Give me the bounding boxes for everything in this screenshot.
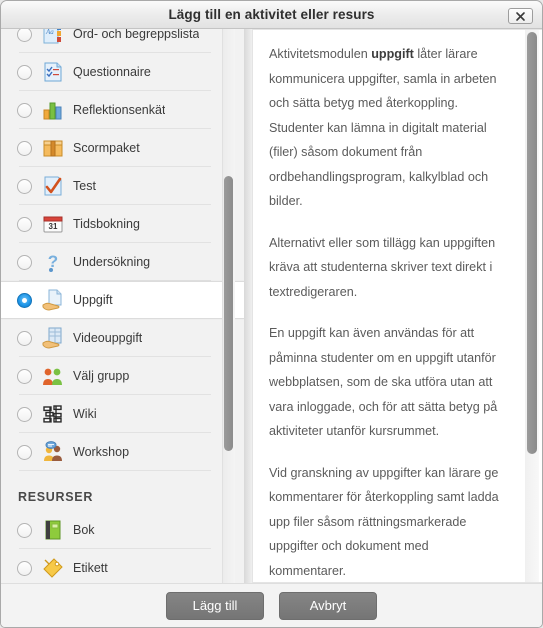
radio-activities-3[interactable] — [17, 140, 32, 156]
panel-divider — [244, 29, 252, 583]
svg-text:Aa: Aa — [45, 29, 54, 36]
list-item-label: Undersökning — [73, 255, 151, 269]
description-paragraph: En uppgift kan även användas för att påm… — [269, 321, 508, 444]
description-scrollbar-thumb[interactable] — [527, 32, 537, 454]
list-item[interactable]: Reflektionsenkät — [1, 91, 244, 129]
list-item[interactable]: Etikett — [1, 549, 244, 583]
list-item-label: Tidsbokning — [73, 217, 140, 231]
wiki-icon — [43, 405, 62, 423]
activity-list-panel: Aa Ord- och begreppslista Questionnaire Ref… — [1, 29, 244, 583]
list-item[interactable]: Videouppgift — [1, 319, 244, 357]
list-item[interactable]: Bok — [1, 511, 244, 549]
description-panel: Aktivitetsmodulen uppgift låter lärare k… — [252, 29, 542, 583]
glossary-icon: Aa — [43, 29, 61, 44]
add-button[interactable]: Lägg till — [166, 591, 264, 620]
survey-chart-icon — [43, 102, 62, 120]
list-item[interactable]: 31 Tidsbokning — [1, 205, 244, 243]
description-text: Aktivitetsmodulen uppgift låter lärare k… — [253, 30, 542, 583]
list-item[interactable]: Uppgift — [1, 281, 244, 319]
dialog-footer: Lägg till Avbryt — [1, 583, 542, 627]
radio-activities-2[interactable] — [17, 102, 32, 118]
radio-activities-8[interactable] — [17, 330, 32, 346]
list-item-label: Workshop — [73, 445, 130, 459]
radio-activities-7[interactable] — [17, 292, 32, 308]
list-item-label: Välj grupp — [73, 369, 130, 383]
close-icon[interactable] — [508, 8, 533, 24]
group-choice-icon — [43, 368, 62, 385]
radio-resources-1[interactable] — [17, 560, 32, 576]
label-icon — [43, 558, 63, 578]
paragraph-lead: Vid granskning av uppgifter kan lärare g… — [269, 465, 499, 578]
paragraph-emphasis: uppgift — [371, 47, 414, 61]
radio-activities-5[interactable] — [17, 216, 32, 232]
radio-activities-9[interactable] — [17, 368, 32, 384]
list-item[interactable]: Välj grupp — [1, 357, 244, 395]
scorm-package-icon — [43, 140, 63, 157]
description-paragraph: Vid granskning av uppgifter kan lärare g… — [269, 461, 508, 583]
radio-resources-0[interactable] — [17, 522, 32, 538]
paragraph-lead: Aktivitetsmodulen — [269, 47, 372, 61]
list-item[interactable]: Scormpaket — [1, 129, 244, 167]
question-mark-icon: ? — [48, 252, 58, 272]
list-item[interactable]: Workshop — [1, 433, 244, 471]
list-item-label: Wiki — [73, 407, 97, 421]
quiz-check-icon — [44, 176, 62, 196]
list-item-label: Etikett — [73, 561, 108, 575]
cancel-button[interactable]: Avbryt — [279, 591, 377, 620]
list-item-label: Scormpaket — [73, 141, 140, 155]
radio-activities-0[interactable] — [17, 29, 32, 42]
questionnaire-icon — [44, 62, 62, 82]
radio-activities-4[interactable] — [17, 178, 32, 194]
paragraph-tail: låter lärare kommunicera uppgifter, saml… — [269, 47, 497, 208]
list-item[interactable]: Questionnaire — [1, 53, 244, 91]
book-icon — [45, 520, 61, 540]
calendar-31-icon: 31 — [43, 216, 63, 233]
radio-activities-6[interactable] — [17, 254, 32, 270]
list-item[interactable]: ? Undersökning — [1, 243, 244, 281]
video-assign-icon — [42, 327, 62, 349]
list-item-label: Videouppgift — [73, 331, 143, 345]
paragraph-lead: En uppgift kan även användas för att påm… — [269, 326, 498, 438]
list-item-label: Uppgift — [73, 293, 113, 307]
dialog-title: Lägg till en aktivitet eller resurs — [168, 7, 375, 22]
dialog-titlebar: Lägg till en aktivitet eller resurs — [1, 1, 542, 29]
radio-activities-11[interactable] — [17, 444, 32, 460]
activity-list-scrollbar-thumb[interactable] — [224, 176, 233, 451]
svg-text:?: ? — [48, 252, 58, 271]
add-activity-dialog: Lägg till en aktivitet eller resurs Aa Or… — [0, 0, 543, 628]
dialog-body: Aa Ord- och begreppslista Questionnaire Ref… — [1, 29, 542, 583]
list-item[interactable]: Test — [1, 167, 244, 205]
description-paragraph: Aktivitetsmodulen uppgift låter lärare k… — [269, 42, 508, 214]
list-item[interactable]: Wiki — [1, 395, 244, 433]
radio-activities-10[interactable] — [17, 406, 32, 422]
list-item-label: Test — [73, 179, 96, 193]
assignment-hand-icon — [42, 289, 62, 311]
list-item-label: Ord- och begreppslista — [73, 29, 200, 41]
list-item-label: Reflektionsenkät — [73, 103, 166, 117]
paragraph-lead: Alternativt eller som tillägg kan uppgif… — [269, 235, 496, 299]
list-item-label: Bok — [73, 523, 95, 537]
list-item[interactable]: Aa Ord- och begreppslista — [1, 29, 244, 53]
svg-text:31: 31 — [49, 222, 58, 231]
resources-group-heading: RESURSER — [18, 490, 94, 504]
description-paragraph: Alternativt eller som tillägg kan uppgif… — [269, 231, 508, 305]
workshop-icon — [44, 441, 62, 461]
radio-activities-1[interactable] — [17, 64, 32, 80]
activity-list: Aa Ord- och begreppslista Questionnaire Ref… — [1, 29, 244, 583]
list-item-label: Questionnaire — [73, 65, 151, 79]
